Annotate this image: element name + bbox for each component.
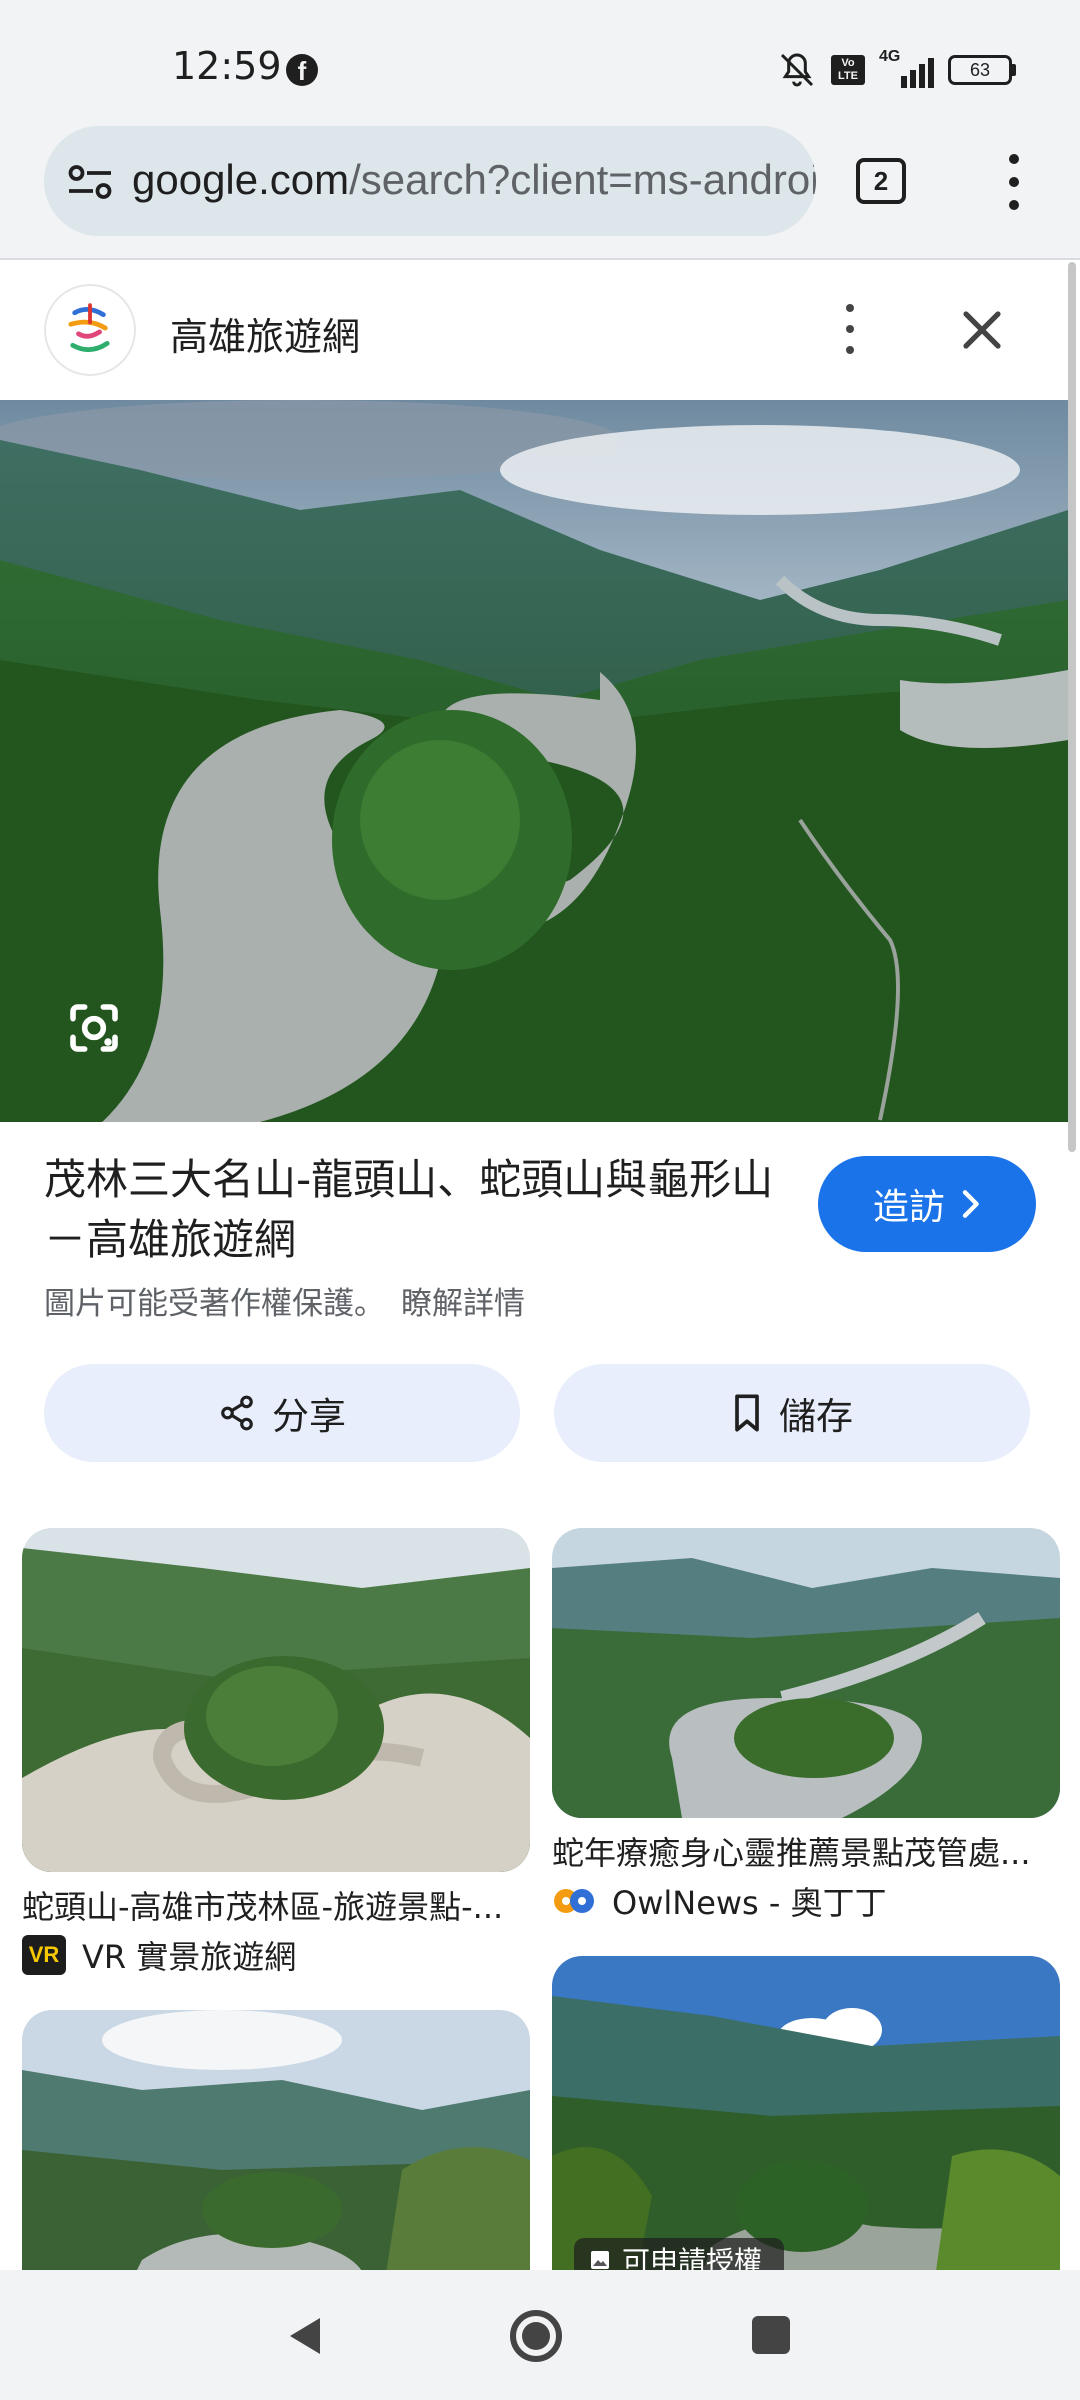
back-icon[interactable] xyxy=(284,2314,324,2358)
related-image[interactable] xyxy=(22,1528,530,1872)
url-path: /search?client=ms-android xyxy=(349,156,816,203)
result-title[interactable]: 茂林三大名山-龍頭山、蛇頭山與龜形山－高雄旅遊網 xyxy=(44,1150,784,1270)
tab-switcher-button[interactable]: 2 xyxy=(856,158,906,204)
chevron-right-icon xyxy=(962,1190,979,1218)
related-source-name: VR 實景旅遊網 xyxy=(82,1938,297,1976)
save-button[interactable]: 儲存 xyxy=(554,1364,1030,1462)
save-label: 儲存 xyxy=(779,1395,853,1438)
bookmark-icon xyxy=(735,1394,759,1432)
system-nav-bar xyxy=(0,2270,1080,2400)
more-vert-icon[interactable] xyxy=(838,304,862,354)
related-source[interactable]: OwlNews - 奧丁丁 xyxy=(552,1878,887,1924)
home-icon[interactable] xyxy=(508,2308,564,2364)
close-icon[interactable] xyxy=(958,306,1006,354)
tune-icon[interactable] xyxy=(66,164,114,200)
url-domain: google.com xyxy=(132,156,350,203)
browser-toolbar: google.com/search?client=ms-android 2 xyxy=(0,124,1080,260)
share-button[interactable]: 分享 xyxy=(44,1364,520,1462)
share-label: 分享 xyxy=(272,1395,346,1438)
visit-button[interactable]: 造訪 xyxy=(818,1156,1036,1252)
source-header: 高雄旅遊網 xyxy=(0,262,1066,400)
status-icons: Vo LTE 4G 63 xyxy=(777,48,1016,92)
related-image[interactable] xyxy=(22,2010,530,2300)
address-bar[interactable]: google.com/search?client=ms-android xyxy=(44,126,816,236)
related-source-name: OwlNews - 奧丁丁 xyxy=(612,1884,887,1922)
url-text[interactable]: google.com/search?client=ms-android xyxy=(132,156,816,204)
share-icon xyxy=(221,1395,253,1431)
network-type: 4G xyxy=(879,48,901,65)
scrollbar[interactable] xyxy=(1068,262,1076,1152)
hero-image[interactable] xyxy=(0,400,1068,1122)
vr-site-icon: VR xyxy=(22,1935,66,1975)
battery-level: 63 xyxy=(948,55,1012,85)
facebook-icon: f xyxy=(286,54,318,86)
recents-icon[interactable] xyxy=(752,2316,790,2354)
more-vert-icon[interactable] xyxy=(996,154,1032,210)
related-caption[interactable]: 蛇頭山-高雄市茂林區-旅遊景點-... xyxy=(22,1882,530,1928)
signal-icon: 4G xyxy=(879,48,934,88)
copyright-text: 圖片可能受著作權保護。 xyxy=(44,1286,385,1322)
owlnews-icon xyxy=(554,1889,594,1913)
source-name[interactable]: 高雄旅遊網 xyxy=(170,306,360,361)
related-image[interactable] xyxy=(552,1528,1060,1818)
source-logo[interactable] xyxy=(44,284,136,376)
learn-more-link[interactable]: 瞭解詳情 xyxy=(401,1286,525,1322)
visit-label: 造訪 xyxy=(872,1187,945,1228)
copyright-notice: 圖片可能受著作權保護。 瞭解詳情 xyxy=(44,1278,525,1323)
google-lens-icon[interactable] xyxy=(66,1000,122,1056)
battery-icon: 63 xyxy=(948,55,1016,85)
image-icon xyxy=(591,2251,609,2269)
volte-icon: Vo LTE xyxy=(831,55,865,85)
related-source[interactable]: VR VR 實景旅遊網 xyxy=(22,1932,296,1978)
related-caption[interactable]: 蛇年療癒身心靈推薦景點茂管處... xyxy=(552,1828,1060,1874)
status-bar: 12:59 f Vo LTE 4G 63 xyxy=(0,0,1080,124)
status-time: 12:59 xyxy=(172,44,282,88)
mute-icon xyxy=(780,53,814,87)
